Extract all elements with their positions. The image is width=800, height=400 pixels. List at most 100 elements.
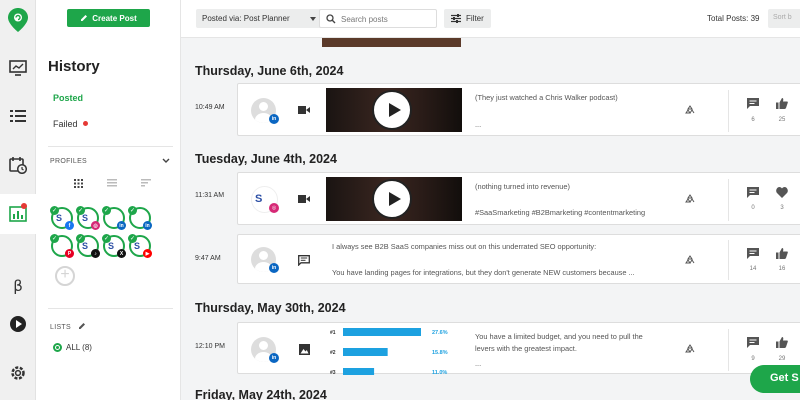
sort-button[interactable]: Sort b (768, 9, 800, 28)
play-circle-icon[interactable] (6, 312, 30, 336)
post-time: 10:49 AM (195, 104, 225, 111)
check-icon: ✓ (128, 206, 137, 215)
pencil-icon[interactable] (78, 322, 86, 330)
filter-button[interactable]: Filter (444, 9, 491, 28)
post-card[interactable]: in #1 27.6% #2 15.8% #3 11.0% You have a limi… (237, 322, 800, 375)
play-button-icon (372, 90, 412, 130)
video-camera-icon (297, 193, 311, 205)
post-text-more: You have landing pages for integrations,… (332, 268, 635, 277)
recycle-icon[interactable] (685, 344, 695, 354)
profile-avatar[interactable]: ✓ P (50, 234, 74, 258)
search-box[interactable] (319, 9, 437, 28)
recycle-icon[interactable] (685, 194, 695, 204)
profile-avatar[interactable]: ✓ S ♪ (76, 234, 100, 258)
check-icon: ✓ (102, 206, 111, 215)
date-heading: Friday, May 24th, 2024 (195, 388, 327, 400)
bar-chart-thumbnail[interactable]: #1 27.6% #2 15.8% #3 11.0% (326, 323, 462, 375)
calendar-clock-icon[interactable] (6, 153, 30, 177)
instagram-icon: ◎ (91, 221, 100, 230)
brand-logo-icon: S (108, 241, 115, 251)
list-view-icon[interactable] (6, 104, 30, 128)
like-count: 3 (780, 205, 784, 211)
nav-failed-label: Failed (53, 119, 78, 129)
profile-avatar[interactable]: ✓ in (102, 206, 126, 230)
profile-avatar[interactable]: ✓ S ◎ (76, 206, 100, 230)
date-heading: Thursday, May 30th, 2024 (195, 301, 346, 315)
search-input[interactable] (341, 12, 431, 26)
profile-avatar[interactable]: ✓ Sf (50, 206, 74, 230)
video-thumbnail[interactable] (326, 88, 462, 132)
add-profile-button[interactable]: + (55, 266, 75, 286)
analytics-icon[interactable] (6, 56, 30, 80)
nav-failed[interactable]: Failed (53, 119, 88, 129)
like-count: 25 (778, 117, 786, 123)
pinterest-icon: P (65, 249, 74, 258)
profile-avatar[interactable]: ✓ S X (102, 234, 126, 258)
text-post-icon (297, 254, 311, 266)
create-post-button[interactable]: Create Post (67, 9, 150, 27)
comment-count: 0 (751, 205, 755, 211)
recycle-icon[interactable] (685, 255, 695, 265)
youtube-icon: ▶ (143, 249, 152, 258)
brand-logo-icon: S (56, 213, 63, 223)
page-title: History (48, 58, 100, 75)
filter-sliders-icon (451, 14, 461, 23)
divider (48, 308, 173, 309)
chart-bar (343, 348, 388, 356)
instagram-icon: ◎ (269, 203, 279, 213)
beta-icon[interactable]: β (6, 274, 30, 298)
post-card[interactable]: in I always see B2B SaaS companies miss … (237, 234, 800, 284)
post-card[interactable]: S ◎ (nothing turned into revenue) #SaaSm… (237, 172, 800, 225)
filter-label: Filter (466, 14, 484, 23)
radio-selected[interactable] (53, 343, 62, 352)
post-hashtags: #SaaSmarketing #B2Bmarketing #contentmar… (475, 208, 646, 217)
history-nav-active[interactable] (0, 194, 36, 234)
video-thumbnail[interactable] (326, 177, 462, 221)
sort-view-icon[interactable] (140, 178, 152, 188)
post-text: You have a limited budget, and you need … (475, 332, 643, 341)
history-sidebar: Create Post History Posted Failed PROFIL… (36, 0, 181, 400)
comment-icon (746, 247, 760, 259)
heart-icon (775, 186, 789, 198)
posted-via-select[interactable]: Posted via: Post Planner (196, 9, 324, 28)
recycle-icon[interactable] (685, 105, 695, 115)
comment-count: 9 (751, 356, 755, 362)
post-text: (They just watched a Chris Walker podcas… (475, 93, 618, 102)
like-count: 16 (778, 266, 786, 272)
create-post-label: Create Post (92, 13, 137, 23)
chart-category-label: #2 (330, 350, 336, 356)
search-icon (326, 14, 336, 24)
profile-avatar[interactable]: ✓ in (128, 206, 152, 230)
post-history-feed: Thursday, June 6th, 2024 10:49 AM in (Th… (181, 38, 800, 400)
chart-bar (343, 368, 375, 375)
facebook-icon: f (65, 221, 74, 230)
image-icon (297, 343, 311, 355)
divider (728, 329, 729, 371)
linkedin-icon: in (117, 221, 126, 230)
profiles-label: PROFILES (50, 158, 88, 165)
edit-icon (81, 15, 88, 21)
chart-value-label: 27.6% (432, 330, 448, 336)
settings-gear-icon[interactable] (6, 361, 30, 385)
lists-label: LISTS (50, 322, 86, 331)
post-text-more: ... (475, 359, 482, 368)
get-started-button[interactable]: Get S (750, 365, 800, 393)
chevron-down-icon[interactable] (162, 157, 170, 166)
rows-view-icon[interactable] (106, 178, 118, 188)
toolbar: Posted via: Post Planner Filter Total Po… (181, 0, 800, 38)
profile-avatar[interactable]: ✓ S ▶ (128, 234, 152, 258)
comment-icon (746, 97, 760, 109)
linkedin-icon: in (269, 263, 279, 273)
post-text-line2: levers with the greatest impact. (475, 344, 577, 353)
comment-count: 14 (749, 266, 757, 272)
linkedin-icon: in (269, 114, 279, 124)
comment-count: 6 (751, 117, 755, 123)
brand-logo-icon: S (255, 193, 262, 205)
post-text-more: ... (475, 120, 482, 129)
grid-view-icon[interactable] (72, 178, 84, 188)
nav-posted[interactable]: Posted (53, 93, 83, 103)
chart-value-label: 11.0% (432, 370, 447, 375)
list-all-option[interactable]: ALL (8) (53, 343, 92, 352)
post-planner-logo-icon[interactable] (8, 8, 28, 32)
post-card[interactable]: in (They just watched a Chris Walker pod… (237, 83, 800, 136)
